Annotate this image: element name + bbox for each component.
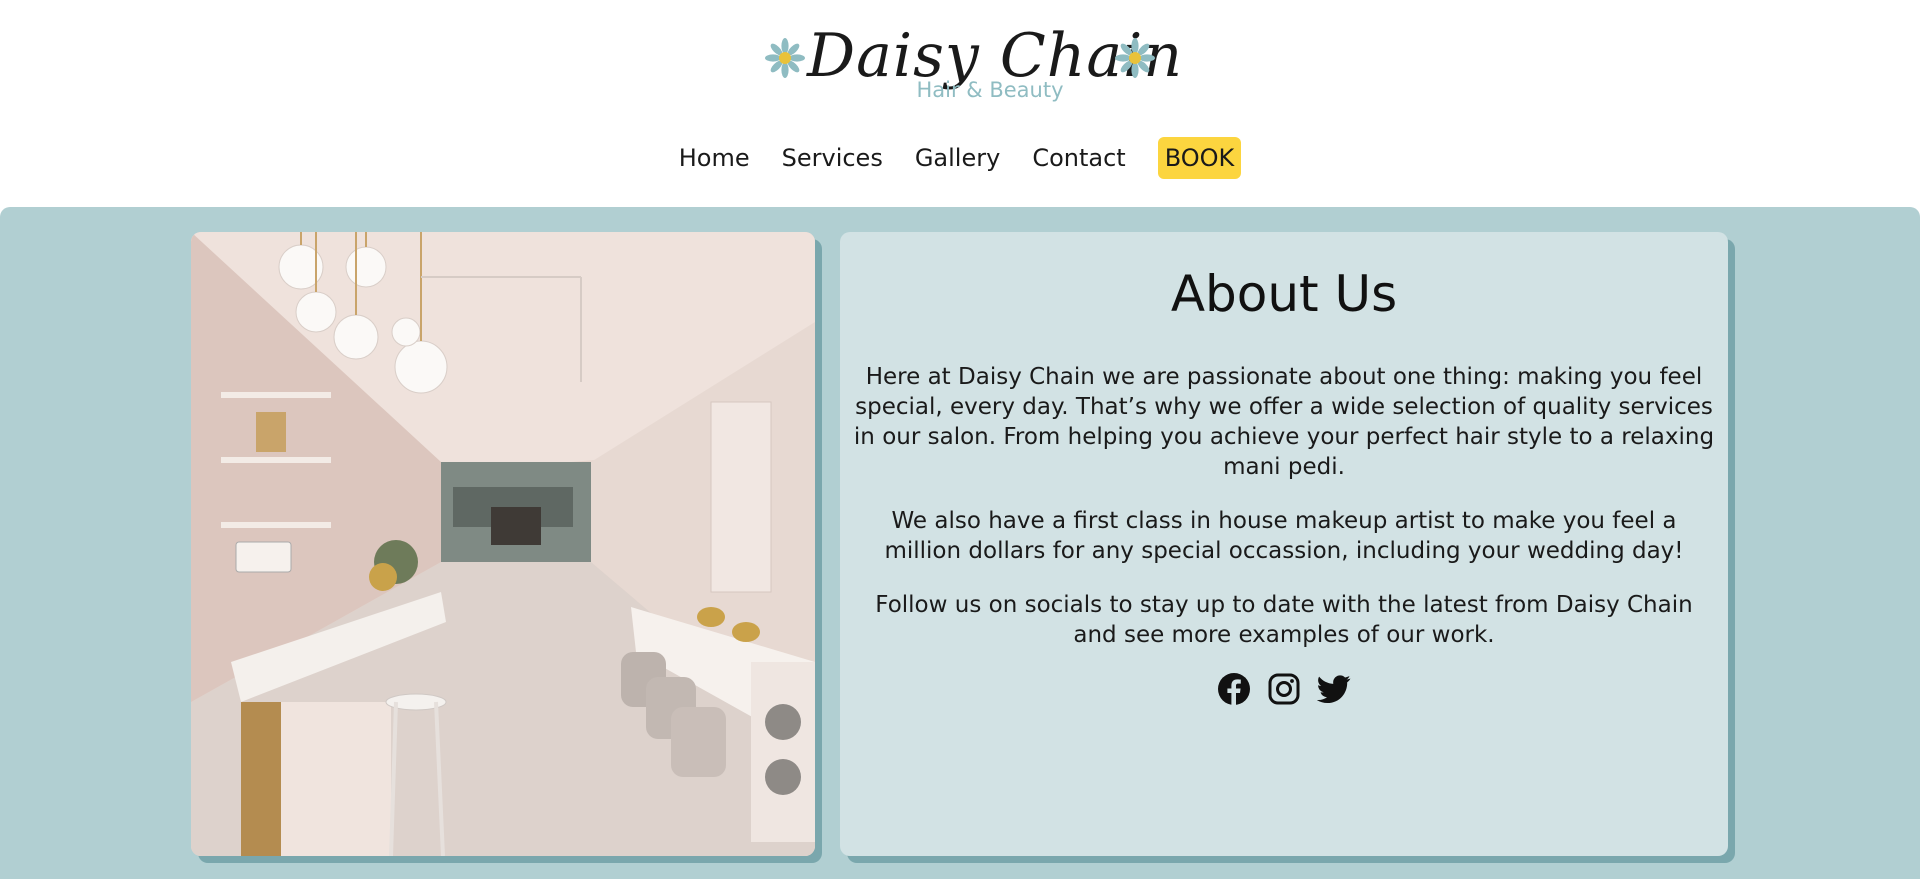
about-paragraph: Here at Daisy Chain we are passionate ab…	[853, 364, 1715, 480]
facebook-icon[interactable]	[1217, 672, 1251, 706]
nav-gallery[interactable]: Gallery	[915, 137, 1000, 179]
about-paragraph: We also have a first class in house make…	[884, 508, 1684, 564]
nav-services[interactable]: Services	[782, 137, 883, 179]
nav-contact[interactable]: Contact	[1032, 137, 1125, 179]
logo[interactable]: Daisy Chain Hair & Beauty	[765, 20, 1182, 115]
main-nav: Home Services Gallery Contact BOOK	[0, 137, 1920, 179]
twitter-icon[interactable]	[1316, 672, 1351, 706]
social-links	[840, 672, 1728, 706]
site-header: Daisy Chain Hair & Beauty Home Services …	[0, 0, 1920, 207]
book-button[interactable]: BOOK	[1157, 137, 1242, 179]
daisy-icon	[1115, 38, 1155, 78]
about-title: About Us	[1170, 265, 1398, 323]
about-paragraph: Follow us on socials to stay up to date …	[875, 592, 1693, 648]
nav-home[interactable]: Home	[679, 137, 750, 179]
salon-photo	[191, 232, 815, 856]
salon-interior-image	[191, 232, 815, 856]
about-card: About Us Here at Daisy Chain we are pass…	[840, 232, 1728, 856]
daisy-icon	[765, 38, 805, 78]
brand-tagline: Hair & Beauty	[916, 78, 1064, 102]
instagram-icon[interactable]	[1267, 672, 1301, 706]
